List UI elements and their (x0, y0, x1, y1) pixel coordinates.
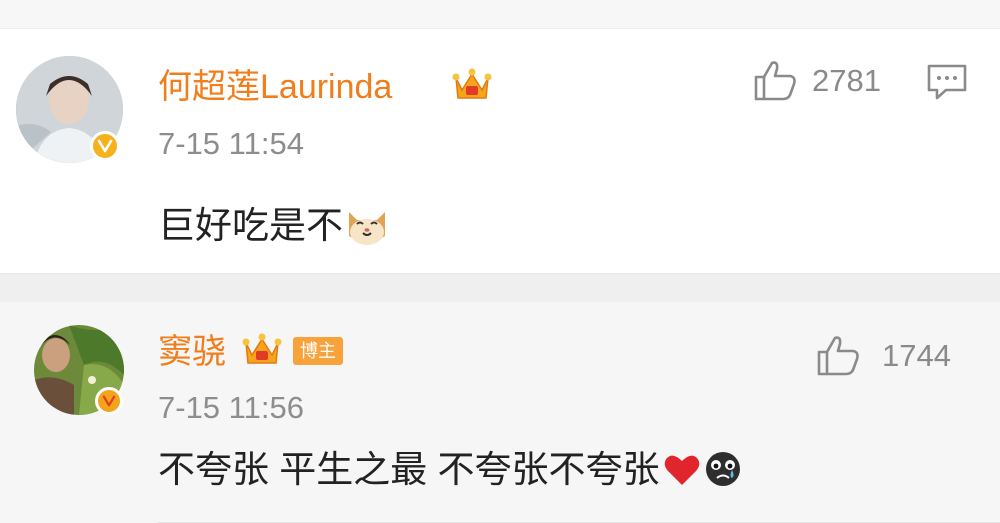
sad-face-emoji-icon (704, 450, 744, 490)
comment-item: 窦骁 博主 7-15 11:56 不夸张 平生之最 不夸张不夸张 1744 (0, 302, 1000, 523)
top-band (0, 0, 1000, 29)
thumbs-up-icon[interactable] (815, 332, 861, 383)
verified-badge-icon (95, 387, 123, 415)
comment-time: 7-15 11:56 (158, 390, 304, 425)
crown-vip-icon (452, 64, 492, 109)
verified-badge-icon (90, 131, 120, 161)
blogger-tag-badge: 博主 (293, 337, 343, 365)
comment-text-content: 不夸张 平生之最 不夸张不夸张 (158, 449, 660, 490)
comment-time: 7-15 11:54 (158, 126, 304, 161)
username[interactable]: 窦骁 (158, 332, 226, 372)
username[interactable]: 何超莲Laurinda (158, 67, 392, 107)
section-separator (0, 273, 1000, 302)
thumbs-up-icon[interactable] (752, 57, 798, 108)
like-count: 1744 (882, 338, 951, 373)
comment-text-content: 巨好吃是不 (158, 205, 343, 246)
cat-emoji-icon (343, 202, 391, 250)
crown-vip-icon (242, 329, 282, 374)
comment-item: 何超莲Laurinda 7-15 11:54 巨好吃是不 2781 (0, 29, 1000, 273)
like-count: 2781 (812, 63, 881, 98)
comment-text: 不夸张 平生之最 不夸张不夸张 (158, 448, 744, 492)
comment-text: 巨好吃是不 (158, 202, 391, 250)
heart-emoji-icon (662, 450, 704, 490)
reply-comment-icon[interactable] (926, 63, 968, 108)
